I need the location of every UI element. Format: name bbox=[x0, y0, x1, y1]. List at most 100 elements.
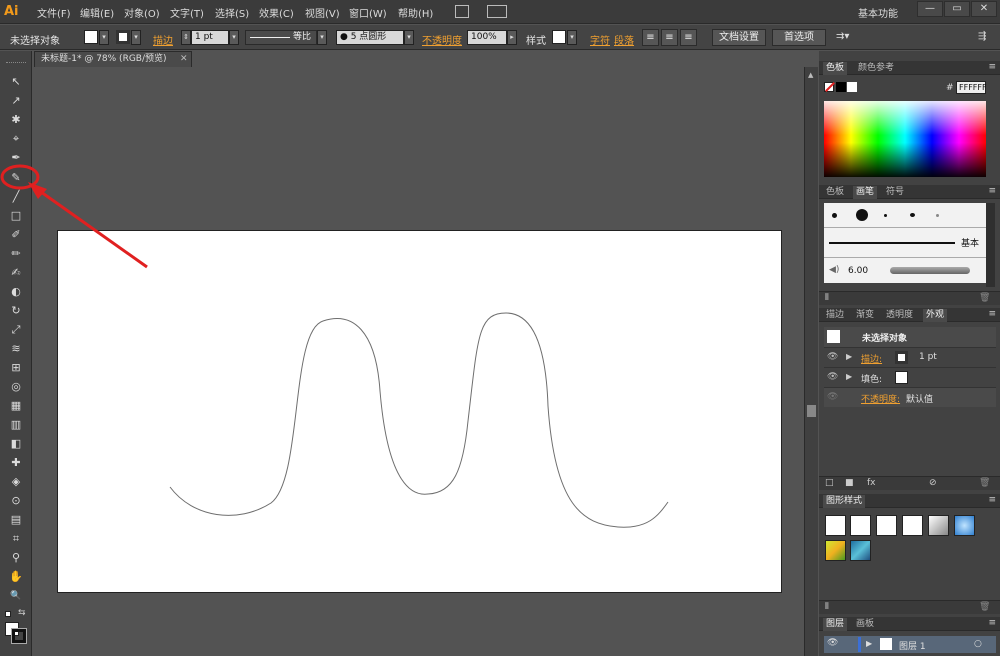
layer-visibility-icon[interactable]: 👁 bbox=[827, 638, 838, 648]
brush-definition[interactable]: ● 5 点圆形 bbox=[336, 30, 404, 45]
fill-swatch[interactable] bbox=[84, 30, 98, 44]
stroke-attr-swatch[interactable] bbox=[895, 351, 908, 364]
stroke-color-box[interactable] bbox=[11, 628, 27, 644]
tab-brushes[interactable]: 画笔 bbox=[853, 186, 878, 199]
free-transform-tool-icon[interactable]: ⊞ bbox=[7, 360, 25, 376]
paragraph-link[interactable]: 段落 bbox=[614, 32, 634, 47]
brush-library-icon[interactable]: ⫴ bbox=[825, 293, 829, 303]
brush-dot-2[interactable] bbox=[856, 209, 868, 221]
mesh-tool-icon[interactable]: ▥ bbox=[7, 417, 25, 433]
tab-swatches-2[interactable]: 色板 bbox=[823, 186, 847, 199]
none-color-icon[interactable] bbox=[824, 82, 835, 92]
visibility-eye-icon[interactable]: 👁 bbox=[827, 392, 838, 402]
minimize-button[interactable]: — bbox=[917, 1, 943, 17]
panel-menu-icon[interactable]: ≡ bbox=[988, 62, 996, 72]
zoom-tool-icon[interactable]: 🔍 bbox=[7, 588, 25, 604]
default-colors-icon[interactable] bbox=[5, 611, 11, 617]
menu-edit[interactable]: 编辑(E) bbox=[80, 5, 114, 20]
scrollbar-thumb[interactable] bbox=[807, 405, 816, 417]
tab-artboards[interactable]: 画板 bbox=[853, 618, 877, 631]
panel-menu-icon[interactable]: ≡ bbox=[988, 309, 996, 319]
graphic-style-8[interactable] bbox=[850, 540, 871, 561]
tab-stroke[interactable]: 描边 bbox=[823, 309, 847, 322]
styles-library-icon[interactable]: ⫴ bbox=[825, 602, 829, 612]
menu-file[interactable]: 文件(F) bbox=[37, 5, 71, 20]
menu-help[interactable]: 帮助(H) bbox=[398, 5, 433, 20]
brush-list-scrollbar[interactable] bbox=[986, 203, 995, 287]
lasso-tool-icon[interactable]: ⌖ bbox=[7, 131, 25, 147]
add-fill-icon[interactable]: ■ bbox=[845, 478, 854, 488]
panel-menu-icon[interactable]: ≡ bbox=[988, 186, 996, 196]
warp-tool-icon[interactable]: ≋ bbox=[7, 341, 25, 357]
fill-attr-swatch[interactable] bbox=[895, 371, 908, 384]
brush-dropdown-icon[interactable]: ▾ bbox=[404, 30, 414, 45]
graphic-style-swatch[interactable] bbox=[552, 30, 566, 44]
appearance-row-stroke[interactable]: 👁 ▶ 描边: 1 pt bbox=[824, 347, 996, 367]
vertical-scrollbar[interactable]: ▲ bbox=[804, 67, 818, 656]
brush-basic-row[interactable]: 基本 bbox=[824, 227, 986, 257]
preferences-button[interactable]: 首选项 bbox=[772, 29, 826, 46]
hand-tool-icon[interactable]: ✋ bbox=[7, 569, 25, 585]
shape-builder-tool-icon[interactable]: ◎ bbox=[7, 379, 25, 395]
gradient-tool-icon[interactable]: ◧ bbox=[7, 436, 25, 452]
graphic-style-2[interactable] bbox=[850, 515, 871, 536]
layer-target-icon[interactable]: ○ bbox=[974, 639, 982, 649]
menu-effect[interactable]: 效果(C) bbox=[259, 5, 294, 20]
arrange-icon[interactable]: ⇉▾ bbox=[836, 31, 849, 42]
menu-object[interactable]: 对象(O) bbox=[124, 5, 160, 20]
black-color-icon[interactable] bbox=[836, 82, 846, 92]
column-graph-tool-icon[interactable]: ▤ bbox=[7, 512, 25, 528]
tab-swatches[interactable]: 色板 bbox=[823, 62, 848, 75]
graphic-style-6[interactable] bbox=[954, 515, 975, 536]
tab-transparency[interactable]: 透明度 bbox=[883, 309, 916, 322]
opacity-attr-label[interactable]: 不透明度: bbox=[861, 392, 900, 405]
symbol-sprayer-tool-icon[interactable]: ⊙ bbox=[7, 493, 25, 509]
artboard-tool-icon[interactable]: ⌗ bbox=[7, 531, 25, 547]
stroke-attr-label[interactable]: 描边: bbox=[861, 352, 882, 365]
delete-brush-icon[interactable]: 🗑 bbox=[979, 293, 990, 303]
close-document-icon[interactable]: ✕ bbox=[180, 52, 188, 67]
arrange-documents-icon[interactable] bbox=[487, 5, 507, 18]
graphic-style-default[interactable] bbox=[825, 515, 846, 536]
wavy-curve-path[interactable] bbox=[169, 312, 669, 528]
tab-gradient[interactable]: 渐变 bbox=[853, 309, 877, 322]
add-effect-icon[interactable]: fx bbox=[867, 478, 876, 488]
appearance-row-opacity[interactable]: 👁 不透明度: 默认值 bbox=[824, 387, 996, 407]
variable-width-profile[interactable]: 等比 bbox=[245, 30, 317, 45]
align-left-icon[interactable]: ≡ bbox=[642, 29, 659, 46]
graphic-style-5[interactable] bbox=[928, 515, 949, 536]
selection-tool-icon[interactable]: ↖ bbox=[7, 74, 25, 90]
profile-dropdown-icon[interactable]: ▾ bbox=[317, 30, 327, 45]
maximize-button[interactable]: ▭ bbox=[944, 1, 970, 17]
graphic-style-3[interactable] bbox=[876, 515, 897, 536]
panel-menu-icon[interactable]: ≡ bbox=[988, 618, 996, 628]
rotate-tool-icon[interactable]: ↻ bbox=[7, 303, 25, 319]
graphic-style-dropdown-icon[interactable]: ▾ bbox=[567, 30, 577, 45]
brush-art-row[interactable]: ◀) 6.00 bbox=[824, 257, 986, 283]
appearance-row-fill[interactable]: 👁 ▶ 填色: bbox=[824, 367, 996, 387]
stroke-weight-stepper[interactable]: ⇕ bbox=[181, 30, 191, 45]
menu-select[interactable]: 选择(S) bbox=[215, 5, 249, 20]
layer-expand-icon[interactable]: ▶ bbox=[866, 639, 872, 648]
expand-triangle-icon[interactable]: ▶ bbox=[846, 352, 852, 361]
stroke-dropdown-icon[interactable]: ▾ bbox=[131, 30, 141, 45]
add-stroke-icon[interactable]: □ bbox=[825, 478, 834, 488]
stroke-weight-field[interactable]: 1 pt bbox=[191, 30, 229, 45]
graphic-style-4[interactable] bbox=[902, 515, 923, 536]
eyedropper-tool-icon[interactable]: ✚ bbox=[7, 455, 25, 471]
character-link[interactable]: 字符 bbox=[590, 32, 610, 47]
toolbox-grip[interactable] bbox=[6, 62, 26, 64]
control-panel-menu-icon[interactable]: ⇶ bbox=[978, 31, 986, 42]
bridge-icon[interactable] bbox=[455, 5, 469, 18]
tab-appearance[interactable]: 外观 bbox=[923, 309, 948, 322]
stroke-swatch[interactable] bbox=[116, 30, 130, 44]
stroke-link[interactable]: 描边 bbox=[153, 32, 173, 47]
brush-dot-5[interactable] bbox=[936, 214, 939, 217]
magic-wand-tool-icon[interactable]: ✱ bbox=[7, 112, 25, 128]
menu-type[interactable]: 文字(T) bbox=[170, 5, 204, 20]
brush-dot-1[interactable] bbox=[832, 213, 837, 218]
document-setup-button[interactable]: 文档设置 bbox=[712, 29, 766, 46]
scale-tool-icon[interactable]: ⤢ bbox=[7, 322, 25, 338]
menu-window[interactable]: 窗口(W) bbox=[349, 5, 387, 20]
opacity-field[interactable]: 100% bbox=[467, 30, 507, 45]
